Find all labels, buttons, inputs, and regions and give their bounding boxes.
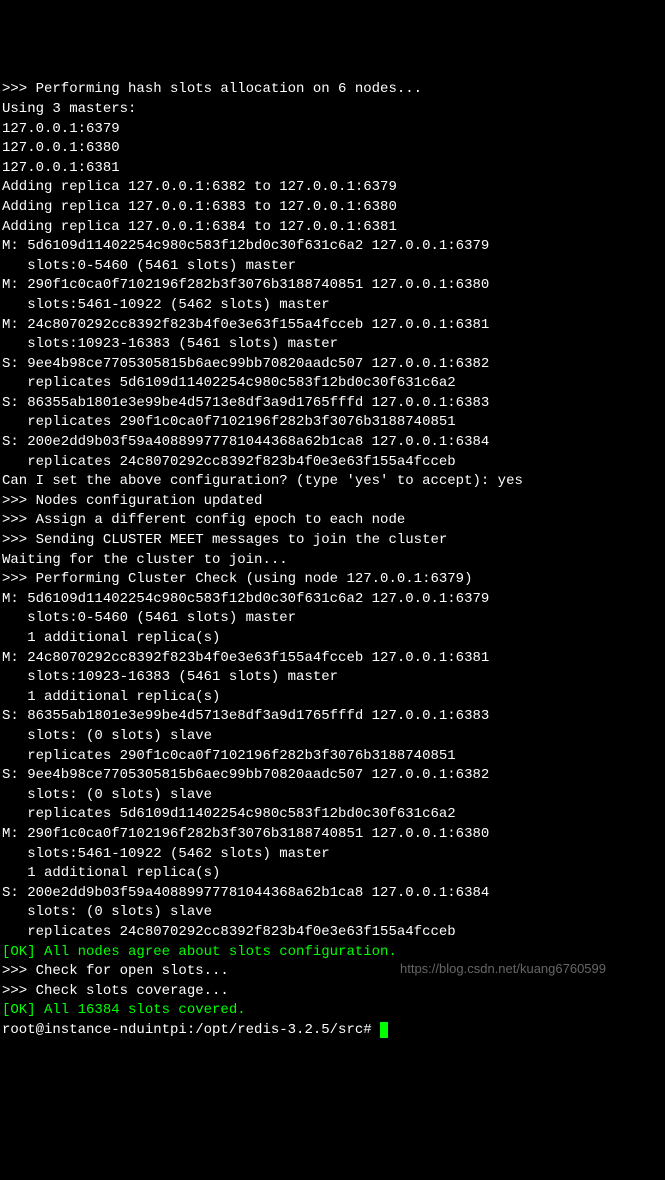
terminal-line: Can I set the above configuration? (type… (2, 472, 663, 492)
terminal-line: slots:5461-10922 (5462 slots) master (2, 845, 663, 865)
terminal-line: >>> Performing hash slots allocation on … (2, 80, 663, 100)
terminal-line: 1 additional replica(s) (2, 864, 663, 884)
terminal-line: Using 3 masters: (2, 100, 663, 120)
terminal-line: slots: (0 slots) slave (2, 727, 663, 747)
terminal-line: 127.0.0.1:6380 (2, 139, 663, 159)
terminal-line: >>> Nodes configuration updated (2, 492, 663, 512)
terminal-line: slots:5461-10922 (5462 slots) master (2, 296, 663, 316)
terminal-line: >>> Sending CLUSTER MEET messages to joi… (2, 531, 663, 551)
terminal-line: slots:10923-16383 (5461 slots) master (2, 668, 663, 688)
terminal-line: M: 24c8070292cc8392f823b4f0e3e63f155a4fc… (2, 649, 663, 669)
terminal-line: slots:0-5460 (5461 slots) master (2, 257, 663, 277)
terminal-line: M: 290f1c0ca0f7102196f282b3f3076b3188740… (2, 276, 663, 296)
terminal-line: S: 200e2dd9b03f59a40889977781044368a62b1… (2, 884, 663, 904)
terminal-line: >>> Check slots coverage... (2, 982, 663, 1002)
terminal-line: replicates 290f1c0ca0f7102196f282b3f3076… (2, 747, 663, 767)
terminal-line: >>> Performing Cluster Check (using node… (2, 570, 663, 590)
cursor-icon (380, 1022, 388, 1038)
terminal-line: >>> Assign a different config epoch to e… (2, 511, 663, 531)
terminal-line: replicates 290f1c0ca0f7102196f282b3f3076… (2, 413, 663, 433)
terminal-line: M: 5d6109d11402254c980c583f12bd0c30f631c… (2, 237, 663, 257)
terminal-line: S: 86355ab1801e3e99be4d5713e8df3a9d1765f… (2, 394, 663, 414)
terminal-line: replicates 5d6109d11402254c980c583f12bd0… (2, 374, 663, 394)
terminal-line: 1 additional replica(s) (2, 688, 663, 708)
terminal-line: [OK] All nodes agree about slots configu… (2, 943, 663, 963)
terminal-line: 127.0.0.1:6381 (2, 159, 663, 179)
terminal-line: S: 200e2dd9b03f59a40889977781044368a62b1… (2, 433, 663, 453)
terminal-line: S: 9ee4b98ce7705305815b6aec99bb70820aadc… (2, 766, 663, 786)
terminal-prompt: root@instance-nduintpi:/opt/redis-3.2.5/… (2, 1022, 380, 1038)
terminal-prompt-line[interactable]: root@instance-nduintpi:/opt/redis-3.2.5/… (2, 1021, 663, 1041)
terminal-line: Adding replica 127.0.0.1:6383 to 127.0.0… (2, 198, 663, 218)
terminal-line: 1 additional replica(s) (2, 629, 663, 649)
terminal-line: 127.0.0.1:6379 (2, 120, 663, 140)
terminal-line: Waiting for the cluster to join... (2, 551, 663, 571)
terminal-line: S: 86355ab1801e3e99be4d5713e8df3a9d1765f… (2, 707, 663, 727)
terminal-line: M: 5d6109d11402254c980c583f12bd0c30f631c… (2, 590, 663, 610)
terminal-output[interactable]: >>> Performing hash slots allocation on … (2, 80, 663, 1040)
terminal-line: M: 24c8070292cc8392f823b4f0e3e63f155a4fc… (2, 316, 663, 336)
terminal-line: M: 290f1c0ca0f7102196f282b3f3076b3188740… (2, 825, 663, 845)
terminal-line: slots: (0 slots) slave (2, 786, 663, 806)
terminal-line: replicates 5d6109d11402254c980c583f12bd0… (2, 805, 663, 825)
terminal-line: >>> Check for open slots... (2, 962, 663, 982)
terminal-line: replicates 24c8070292cc8392f823b4f0e3e63… (2, 453, 663, 473)
terminal-line: Adding replica 127.0.0.1:6384 to 127.0.0… (2, 218, 663, 238)
terminal-line: Adding replica 127.0.0.1:6382 to 127.0.0… (2, 178, 663, 198)
terminal-line: [OK] All 16384 slots covered. (2, 1001, 663, 1021)
terminal-line: slots:0-5460 (5461 slots) master (2, 609, 663, 629)
terminal-line: slots: (0 slots) slave (2, 903, 663, 923)
terminal-line: S: 9ee4b98ce7705305815b6aec99bb70820aadc… (2, 355, 663, 375)
terminal-line: slots:10923-16383 (5461 slots) master (2, 335, 663, 355)
terminal-line: replicates 24c8070292cc8392f823b4f0e3e63… (2, 923, 663, 943)
